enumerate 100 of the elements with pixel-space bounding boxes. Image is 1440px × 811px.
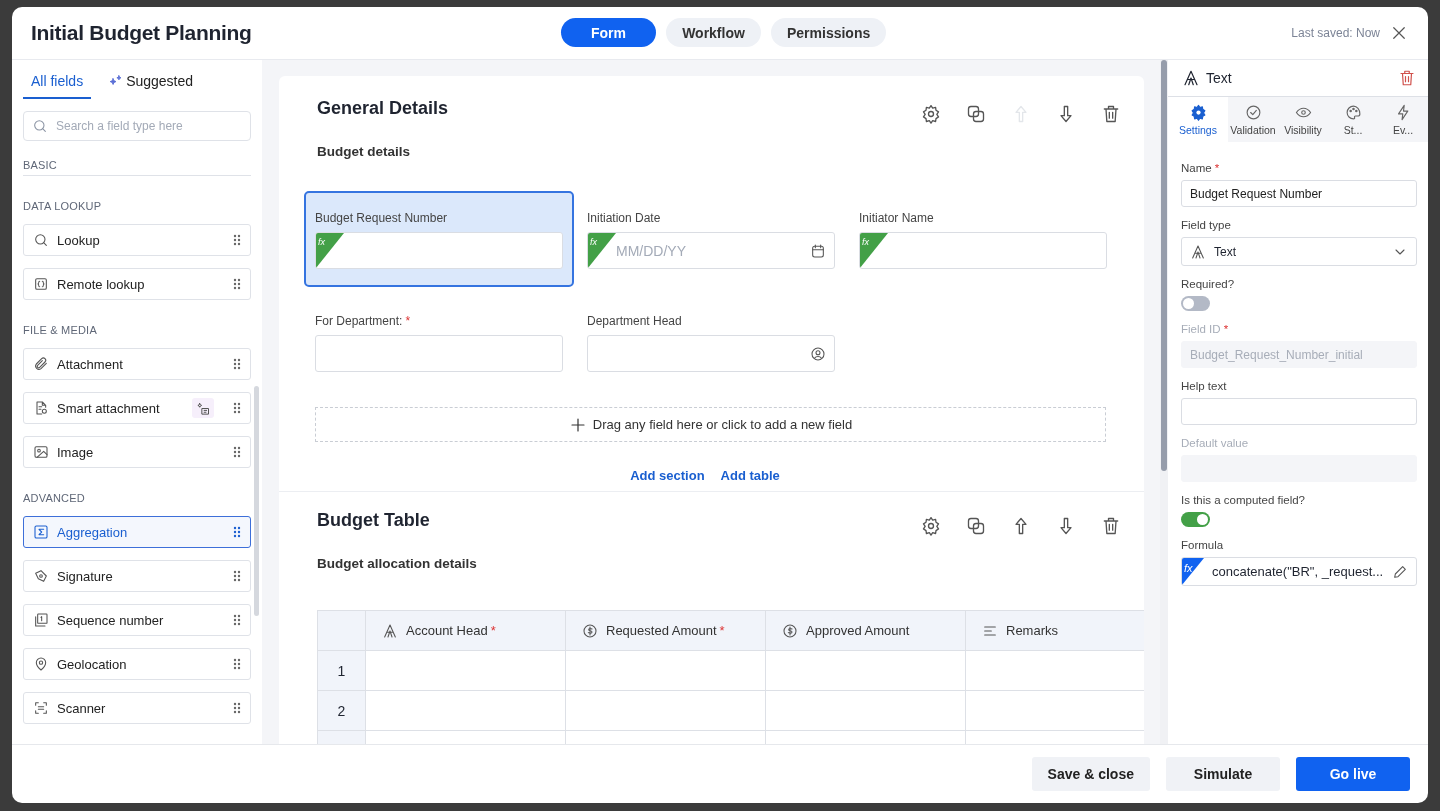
toggle-switch[interactable] <box>1181 512 1210 527</box>
field-type-label: Geolocation <box>57 656 128 672</box>
formula-field[interactable]: fx concatenate("BR", _request... <box>1181 557 1417 586</box>
settings-button[interactable] <box>921 104 941 124</box>
text-input[interactable]: MM/DD/YY <box>616 241 810 260</box>
table-cell[interactable] <box>565 690 766 731</box>
document-icon <box>33 400 49 416</box>
property-label: Required? <box>1181 278 1236 290</box>
table-cell[interactable] <box>365 650 566 691</box>
table-cell[interactable] <box>565 650 766 691</box>
drag-handle-icon[interactable] <box>233 358 241 370</box>
tab[interactable]: St... <box>1328 97 1378 142</box>
table-cell[interactable] <box>765 650 966 691</box>
formula-badge: fx <box>860 233 888 268</box>
field-type-label: Attachment <box>57 356 124 372</box>
table-cell[interactable] <box>765 690 966 731</box>
field-type-label: Smart attachment <box>57 400 161 416</box>
select-field[interactable]: Text <box>1181 237 1417 266</box>
form-field[interactable]: Budget Request Number fx <box>304 191 574 287</box>
copy-button[interactable] <box>966 104 986 124</box>
field-label: Department Head <box>587 314 683 328</box>
delete-button[interactable] <box>1398 69 1416 87</box>
property-label: Is this a computed field? <box>1181 494 1306 506</box>
field-type-item[interactable]: Geolocation <box>23 648 251 680</box>
delete-button[interactable] <box>1101 516 1121 536</box>
tab[interactable]: All fields <box>23 70 92 99</box>
drag-handle-icon[interactable] <box>233 658 241 670</box>
settings-button[interactable] <box>921 516 941 536</box>
field-type-item[interactable]: Smart attachment <box>23 392 251 424</box>
property-label: Field type <box>1181 219 1232 231</box>
field-type-item[interactable]: Sequence number <box>23 604 251 636</box>
tab[interactable]: Form <box>561 18 656 47</box>
text-type-icon <box>1190 243 1206 260</box>
field-type-item[interactable]: Image <box>23 436 251 468</box>
close-icon <box>1390 24 1408 42</box>
drag-handle-icon[interactable] <box>233 446 241 458</box>
field-type-item[interactable]: Aggregation <box>23 516 251 548</box>
copy-button[interactable] <box>966 516 986 536</box>
form-field[interactable]: Initiation Date fx MM/DD/YY <box>576 191 846 287</box>
secondary-button[interactable]: Save & close <box>1031 757 1150 791</box>
scrollbar[interactable] <box>254 386 259 616</box>
input-field[interactable] <box>315 335 563 372</box>
property-label: Field ID * <box>1181 323 1230 335</box>
tab[interactable]: Suggested <box>109 70 194 99</box>
form-field[interactable]: Department Head <box>576 294 846 390</box>
sparkle-icon <box>109 74 124 88</box>
primary-button[interactable]: Go live <box>1296 757 1410 791</box>
secondary-button[interactable]: Simulate <box>1166 757 1280 791</box>
drag-handle-icon[interactable] <box>233 570 241 582</box>
drag-handle-icon[interactable] <box>233 234 241 246</box>
field-type-item[interactable]: Remote lookup <box>23 268 251 300</box>
signature-icon <box>33 568 49 584</box>
search-field[interactable]: Search a field type here <box>23 111 251 141</box>
tab[interactable]: Validation <box>1228 97 1278 142</box>
search-input[interactable]: Search a field type here <box>54 118 242 134</box>
delete-button[interactable] <box>1101 104 1121 124</box>
scrollbar[interactable] <box>1161 60 1167 471</box>
input-field[interactable]: Budget Request Number <box>1181 180 1417 207</box>
field-type-label: Lookup <box>57 232 101 248</box>
group-heading: BASIC <box>23 159 251 176</box>
settings-icon <box>1189 104 1207 121</box>
section-title: General Details <box>317 98 449 119</box>
tab[interactable]: Workflow <box>666 18 761 47</box>
form-field[interactable]: For Department: * <box>304 294 574 390</box>
field-type-item[interactable]: Attachment <box>23 348 251 380</box>
drag-handle-icon[interactable] <box>233 614 241 626</box>
text-type-icon <box>1182 69 1200 87</box>
row-number: 1 <box>317 650 366 691</box>
section-subtitle: Budget allocation details <box>317 556 478 571</box>
input-field[interactable] <box>587 335 835 372</box>
field-type-item[interactable]: Signature <box>23 560 251 592</box>
field-label: For Department: * <box>315 314 412 328</box>
drag-handle-icon[interactable] <box>233 278 241 290</box>
tab[interactable]: Permissions <box>771 18 887 47</box>
field-type-item[interactable]: Lookup <box>23 224 251 256</box>
drag-handle-icon[interactable] <box>233 402 241 414</box>
toggle-switch[interactable] <box>1181 296 1210 311</box>
search-icon <box>32 118 48 134</box>
property-label: Default value <box>1181 437 1250 449</box>
add-link[interactable]: Add table <box>720 468 780 483</box>
drag-handle-icon[interactable] <box>233 526 241 538</box>
add-link[interactable]: Add section <box>630 468 705 483</box>
field-type-label: Image <box>57 444 95 460</box>
palette-icon <box>1344 104 1362 121</box>
delete-icon <box>1398 69 1416 87</box>
braces-icon <box>33 276 49 292</box>
field-label: Budget Request Number <box>315 211 449 225</box>
field-type-item[interactable]: Scanner <box>23 692 251 724</box>
tab[interactable]: Ev... <box>1378 97 1428 142</box>
formula-badge: fx <box>316 233 344 268</box>
form-field[interactable]: Initiator Name fx <box>848 191 1118 287</box>
drag-handle-icon[interactable] <box>233 702 241 714</box>
table-cell[interactable] <box>365 690 566 731</box>
input-field[interactable] <box>1181 398 1417 425</box>
field-type-label: Scanner <box>57 700 107 716</box>
tab[interactable]: Visibility <box>1278 97 1328 142</box>
drop-zone[interactable]: Drag any field here or click to add a new field <box>315 407 1106 442</box>
field-type-label: Sequence number <box>57 612 165 628</box>
tab[interactable]: Settings <box>1168 97 1228 142</box>
paperclip-icon <box>33 356 49 372</box>
